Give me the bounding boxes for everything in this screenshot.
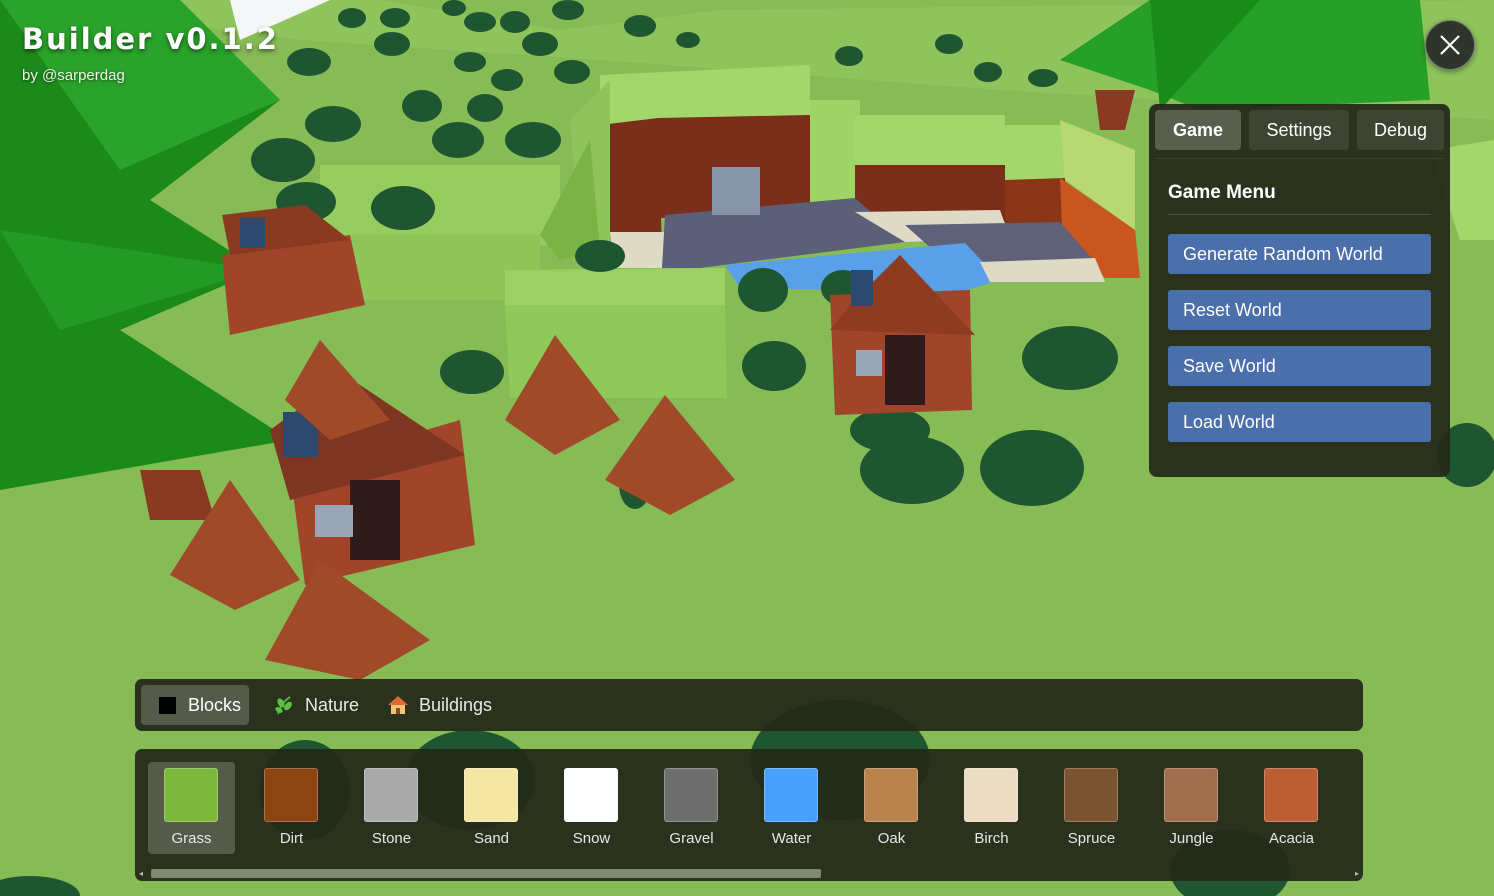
menu-heading: Game Menu: [1168, 182, 1276, 203]
game-menu-panel: Game Settings Debug Game Menu Generate R…: [1149, 104, 1450, 477]
color-swatch: [864, 768, 918, 822]
category-nature[interactable]: Nature: [269, 685, 367, 725]
block-palette: Grass Dirt Stone Sand Snow Gravel Water …: [135, 749, 1363, 881]
block-acacia[interactable]: Acacia: [1248, 762, 1335, 854]
block-grass[interactable]: Grass: [148, 762, 235, 854]
block-stone[interactable]: Stone: [348, 762, 435, 854]
color-swatch: [264, 768, 318, 822]
block-dirt[interactable]: Dirt: [248, 762, 335, 854]
color-swatch: [664, 768, 718, 822]
block-jungle[interactable]: Jungle: [1148, 762, 1235, 854]
block-oak[interactable]: Oak: [848, 762, 935, 854]
category-buildings[interactable]: Buildings: [387, 685, 507, 725]
block-water[interactable]: Water: [748, 762, 835, 854]
category-label: Blocks: [188, 694, 242, 715]
close-icon: [1440, 35, 1460, 55]
scroll-right-arrow-icon[interactable]: ▸: [1355, 869, 1359, 878]
category-label: Nature: [305, 694, 360, 715]
load-world-button[interactable]: Load World: [1168, 402, 1431, 442]
block-label: Stone: [371, 830, 412, 847]
generate-random-world-button[interactable]: Generate Random World: [1168, 234, 1431, 274]
block-spruce[interactable]: Spruce: [1048, 762, 1135, 854]
block-label: Sand: [473, 830, 510, 847]
block-birch[interactable]: Birch: [948, 762, 1035, 854]
game-title: Builder v0.1.2: [22, 22, 279, 56]
save-world-button[interactable]: Save World: [1168, 346, 1431, 386]
heading-divider: [1168, 214, 1431, 215]
block-label: Water: [771, 830, 812, 847]
tab-divider: [1155, 158, 1444, 159]
scroll-left-arrow-icon[interactable]: ◂: [139, 869, 143, 878]
palette-scrollbar[interactable]: ◂ ▸: [139, 869, 1359, 878]
color-swatch: [464, 768, 518, 822]
block-label: Oak: [877, 830, 906, 847]
close-menu-button[interactable]: [1425, 20, 1475, 70]
color-swatch: [1164, 768, 1218, 822]
color-swatch: [564, 768, 618, 822]
block-gravel[interactable]: Gravel: [648, 762, 735, 854]
tab-settings[interactable]: Settings: [1249, 110, 1349, 150]
block-label: Snow: [572, 830, 611, 847]
reset-world-button[interactable]: Reset World: [1168, 290, 1431, 330]
color-swatch: [764, 768, 818, 822]
menu-tabs: Game Settings Debug: [1155, 110, 1444, 154]
tab-debug[interactable]: Debug: [1357, 110, 1444, 150]
block-label: Grass: [171, 830, 212, 847]
block-label: Gravel: [669, 830, 714, 847]
color-swatch: [964, 768, 1018, 822]
color-swatch: [164, 768, 218, 822]
black-square-icon: [159, 696, 176, 714]
category-blocks[interactable]: Blocks: [141, 685, 249, 725]
block-sand[interactable]: Sand: [448, 762, 535, 854]
color-swatch: [364, 768, 418, 822]
scrollbar-thumb[interactable]: [151, 869, 821, 878]
herb-icon: [275, 696, 292, 715]
block-label: Birch: [974, 830, 1009, 847]
block-label: Spruce: [1067, 830, 1116, 847]
color-swatch: [1064, 768, 1118, 822]
block-label: Dirt: [279, 830, 304, 847]
category-bar: Blocks Nature Buildings: [135, 679, 1363, 731]
house-icon: [388, 696, 408, 714]
block-label: Jungle: [1169, 830, 1214, 847]
tab-game[interactable]: Game: [1155, 110, 1241, 150]
color-swatch: [1264, 768, 1318, 822]
block-label: Acacia: [1268, 830, 1315, 847]
author-credit: by @sarperdag: [22, 67, 125, 84]
category-label: Buildings: [419, 694, 493, 715]
block-snow[interactable]: Snow: [548, 762, 635, 854]
